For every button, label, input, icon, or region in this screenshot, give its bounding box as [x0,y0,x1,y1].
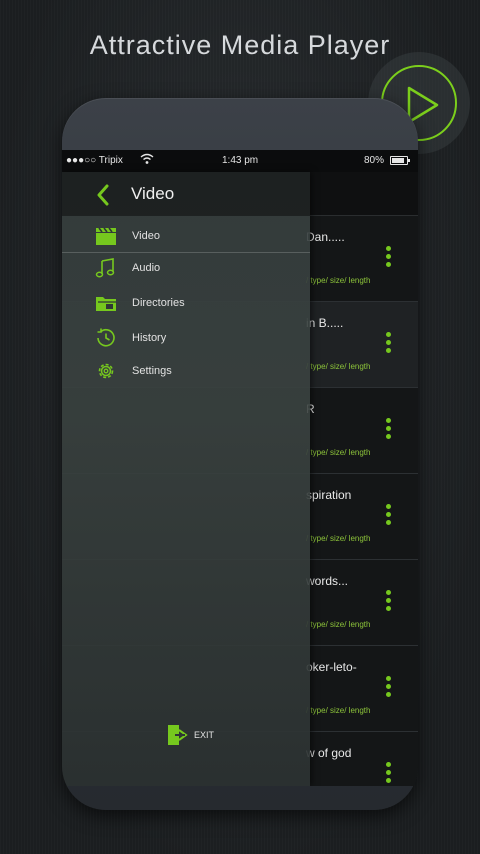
exit-button[interactable]: EXIT [166,722,226,748]
navigation-drawer: Video Video Audio Directories History Se… [62,172,310,786]
battery-icon [390,156,410,165]
history-clock-icon [97,328,115,347]
drawer-item-label: Directories [132,297,185,309]
gear-icon [98,363,114,379]
drawer-item-label: Video [132,230,160,242]
item-meta: / type/ size/ length [306,276,371,285]
more-vert-icon[interactable] [384,762,392,784]
drawer-title: Video [131,184,175,203]
carrier-label: ●●●○○ Tripix [66,155,123,166]
music-note-icon [95,258,115,278]
more-vert-icon[interactable] [384,418,392,440]
phone-frame: ●●●○○ Tripix 1:43 pm 80% Dan..... / type… [62,98,418,810]
item-title: w of god [306,746,352,760]
exit-label: EXIT [194,730,215,740]
more-vert-icon[interactable] [384,332,392,354]
battery-percent: 80% [364,155,385,166]
phone-screen: ●●●○○ Tripix 1:43 pm 80% Dan..... / type… [62,150,418,786]
item-title: Dan..... [306,230,345,244]
item-title: in B..... [306,316,344,330]
folder-icon [96,297,116,311]
more-vert-icon[interactable] [384,676,392,698]
more-vert-icon[interactable] [384,590,392,612]
drawer-item-video[interactable]: Video [62,220,310,253]
item-title: oker-leto- [306,660,357,674]
item-title: spiration [306,488,352,502]
wifi-icon [140,153,154,164]
drawer-item-label: History [132,332,167,344]
item-meta: / type/ size/ length [306,448,371,457]
drawer-item-label: Settings [132,365,172,377]
status-bar: ●●●○○ Tripix 1:43 pm 80% [62,150,418,172]
drawer-header: Video [62,172,310,216]
more-vert-icon[interactable] [384,246,392,268]
exit-door-icon [168,725,188,745]
status-time: 1:43 pm [222,155,259,166]
drawer-item-audio[interactable]: Audio [62,252,310,285]
item-meta: / type/ size/ length [306,534,371,543]
item-title: words... [306,574,349,588]
drawer-item-label: Audio [132,262,161,274]
back-chevron-icon[interactable] [96,184,110,206]
item-meta: / type/ size/ length [306,620,371,629]
more-vert-icon[interactable] [384,504,392,526]
drawer-item-directories[interactable]: Directories [62,287,310,320]
item-meta: / type/ size/ length [306,362,371,371]
drawer-item-history[interactable]: History [62,322,310,355]
item-meta: / type/ size/ length [306,706,371,715]
drawer-item-settings[interactable]: Settings [62,355,310,388]
clapperboard-icon [96,227,116,245]
